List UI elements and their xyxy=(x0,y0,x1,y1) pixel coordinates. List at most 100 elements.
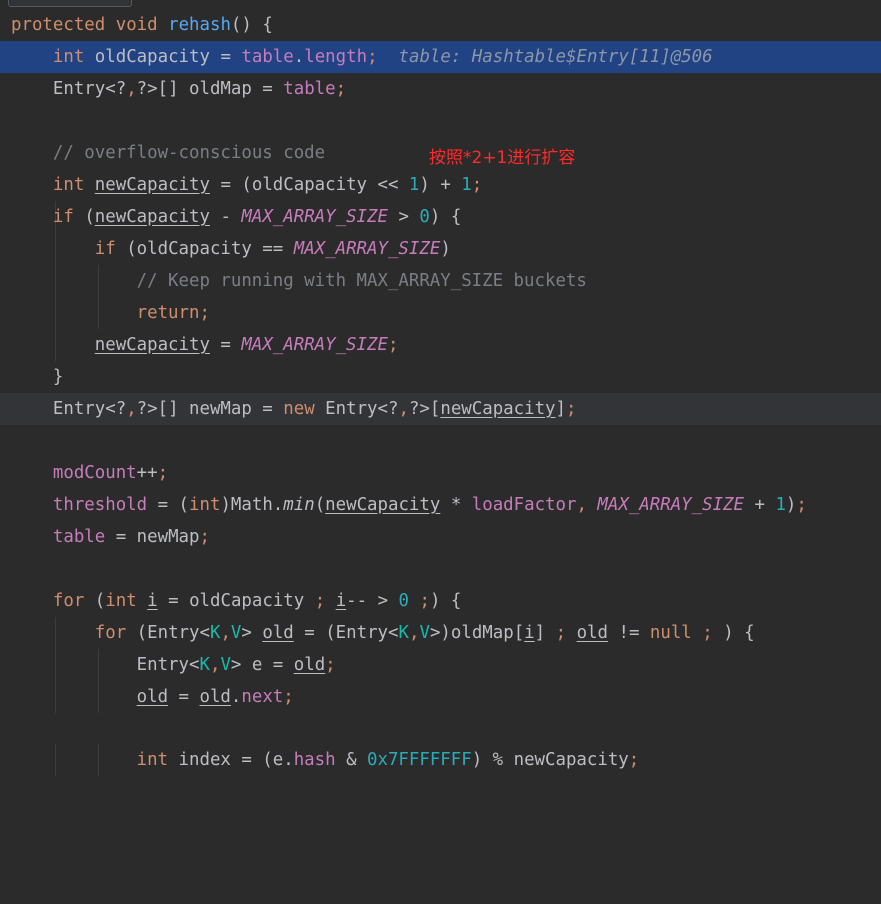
code-line-17[interactable]: table = newMap; xyxy=(0,521,881,553)
var-old[interactable]: old xyxy=(294,655,325,675)
field-table[interactable]: table xyxy=(241,47,293,67)
field-next[interactable]: next xyxy=(241,687,283,707)
code-line-21[interactable]: Entry<K,V> e = old; xyxy=(0,649,881,681)
code-text: + xyxy=(744,495,776,515)
var-i[interactable]: i xyxy=(147,591,157,611)
code-line-6[interactable]: int newCapacity = (oldCapacity << 1) + 1… xyxy=(0,169,881,201)
var-old[interactable]: old xyxy=(262,623,293,643)
var-newCapacity[interactable]: newCapacity xyxy=(325,495,440,515)
code-text: = xyxy=(209,335,242,355)
const-MAX_ARRAY_SIZE[interactable]: MAX_ARRAY_SIZE xyxy=(294,239,441,259)
code-text: = (Entry< xyxy=(293,623,399,643)
code-text: ] xyxy=(555,399,567,419)
code-line-24[interactable]: int index = (e.hash & 0x7FFFFFFF) % newC… xyxy=(0,744,881,776)
code-text: = oldCapacity xyxy=(157,591,315,611)
field-length[interactable]: length xyxy=(304,47,367,67)
code-line-2-highlighted[interactable]: int oldCapacity = table.length; table: H… xyxy=(0,41,881,73)
code-line-19[interactable]: for (int i = oldCapacity ; i-- > 0 ;) { xyxy=(0,585,881,617)
number-literal: 1 xyxy=(775,495,786,515)
code-text: (oldCapacity == xyxy=(115,239,294,259)
method-name[interactable]: rehash xyxy=(168,15,231,35)
code-line-15[interactable]: modCount++; xyxy=(0,457,881,489)
field-hash[interactable]: hash xyxy=(294,750,336,770)
code-text: ?>[] oldMap = xyxy=(136,79,284,99)
number-literal: 0 xyxy=(419,207,430,227)
code-line-3[interactable]: Entry<?,?>[] oldMap = table; xyxy=(0,73,881,105)
code-text: () { xyxy=(230,15,273,35)
code-text: ++ xyxy=(136,463,158,483)
red-annotation-text: 按照*2+1进行扩容 xyxy=(429,148,576,168)
field-table[interactable]: table xyxy=(53,527,105,547)
code-text: . xyxy=(230,687,242,707)
code-text: = ( xyxy=(147,495,190,515)
method-min[interactable]: min xyxy=(283,495,314,515)
code-line-11[interactable]: newCapacity = MAX_ARRAY_SIZE; xyxy=(0,329,881,361)
field-table[interactable]: table xyxy=(283,79,335,99)
kw-if: if xyxy=(94,239,116,259)
code-text: ) % newCapacity xyxy=(471,750,629,770)
type-param: K xyxy=(199,655,210,675)
code-text: - xyxy=(209,207,242,227)
code-line-7[interactable]: if (newCapacity - MAX_ARRAY_SIZE > 0) { xyxy=(0,201,881,233)
code-line-8[interactable]: if (oldCapacity == MAX_ARRAY_SIZE) xyxy=(0,233,881,265)
var-old[interactable]: old xyxy=(137,687,168,707)
number-literal: 1 xyxy=(461,175,472,195)
const-MAX_ARRAY_SIZE[interactable]: MAX_ARRAY_SIZE xyxy=(241,207,388,227)
code-line-10[interactable]: return; xyxy=(0,297,881,329)
var-old[interactable]: old xyxy=(577,623,608,643)
var-i[interactable]: i xyxy=(524,623,534,643)
var-old[interactable]: old xyxy=(199,687,230,707)
code-line-20[interactable]: for (Entry<K,V> old = (Entry<K,V>)oldMap… xyxy=(0,617,881,649)
type-param: V xyxy=(419,623,430,643)
code-text: ; xyxy=(387,335,399,355)
code-text: , xyxy=(398,399,409,419)
code-editor[interactable]: protected void rehash() { int oldCapacit… xyxy=(0,0,881,776)
type-param: V xyxy=(230,623,242,643)
code-text: > xyxy=(387,207,420,227)
kw-int: int xyxy=(52,47,85,67)
code-text: ; xyxy=(419,591,430,611)
code-text: index = (e. xyxy=(168,750,294,770)
kw-for: for xyxy=(94,623,127,643)
code-text: ; xyxy=(325,655,336,675)
code-line-9[interactable]: // Keep running with MAX_ARRAY_SIZE buck… xyxy=(0,265,881,297)
number-literal: 0 xyxy=(398,591,410,611)
kw-void: void xyxy=(115,15,158,35)
const-MAX_ARRAY_SIZE[interactable]: MAX_ARRAY_SIZE xyxy=(241,335,388,355)
field-threshold[interactable]: threshold xyxy=(53,495,147,515)
code-text: ; xyxy=(555,623,567,643)
code-text: ; xyxy=(335,79,347,99)
type-param: K xyxy=(398,623,409,643)
const-MAX_ARRAY_SIZE[interactable]: MAX_ARRAY_SIZE xyxy=(597,495,744,515)
field-modCount[interactable]: modCount xyxy=(53,463,137,483)
code-text: ) { xyxy=(429,207,462,227)
kw-int: int xyxy=(136,750,169,770)
number-literal: 1 xyxy=(408,175,420,195)
code-comment: // Keep running with MAX_ARRAY_SIZE buck… xyxy=(136,271,587,291)
var-newCapacity[interactable]: newCapacity xyxy=(95,207,210,227)
code-line-22[interactable]: old = old.next; xyxy=(0,681,881,713)
var-newCapacity[interactable]: newCapacity xyxy=(440,399,555,419)
code-line-13-caret[interactable]: Entry<?,?>[] newMap = new Entry<?,?>[new… xyxy=(0,393,881,425)
code-text: -- > xyxy=(346,591,399,611)
code-text: ) xyxy=(440,239,451,259)
debugger-inline-value[interactable]: table: Hashtable$Entry[11]@506 xyxy=(399,47,713,67)
code-line-12[interactable]: } xyxy=(0,361,881,393)
code-line-16[interactable]: threshold = (int)Math.min(newCapacity * … xyxy=(0,489,881,521)
code-line-1[interactable]: protected void rehash() { xyxy=(0,9,881,41)
code-text: ?>[ xyxy=(408,399,441,419)
var-oldCapacity[interactable]: oldCapacity xyxy=(95,47,210,67)
code-text: , xyxy=(220,623,231,643)
code-text: >)oldMap[ xyxy=(429,623,525,643)
code-text: } xyxy=(52,367,64,387)
var-newCapacity[interactable]: newCapacity xyxy=(95,335,210,355)
code-text: , xyxy=(126,399,137,419)
code-text: ; xyxy=(367,47,378,67)
field-loadFactor[interactable]: loadFactor xyxy=(472,495,577,515)
var-i[interactable]: i xyxy=(336,591,346,611)
code-comment: // overflow-conscious code xyxy=(52,143,326,163)
code-text: = xyxy=(209,47,242,67)
code-text: , xyxy=(209,655,221,675)
var-newCapacity[interactable]: newCapacity xyxy=(95,175,210,195)
